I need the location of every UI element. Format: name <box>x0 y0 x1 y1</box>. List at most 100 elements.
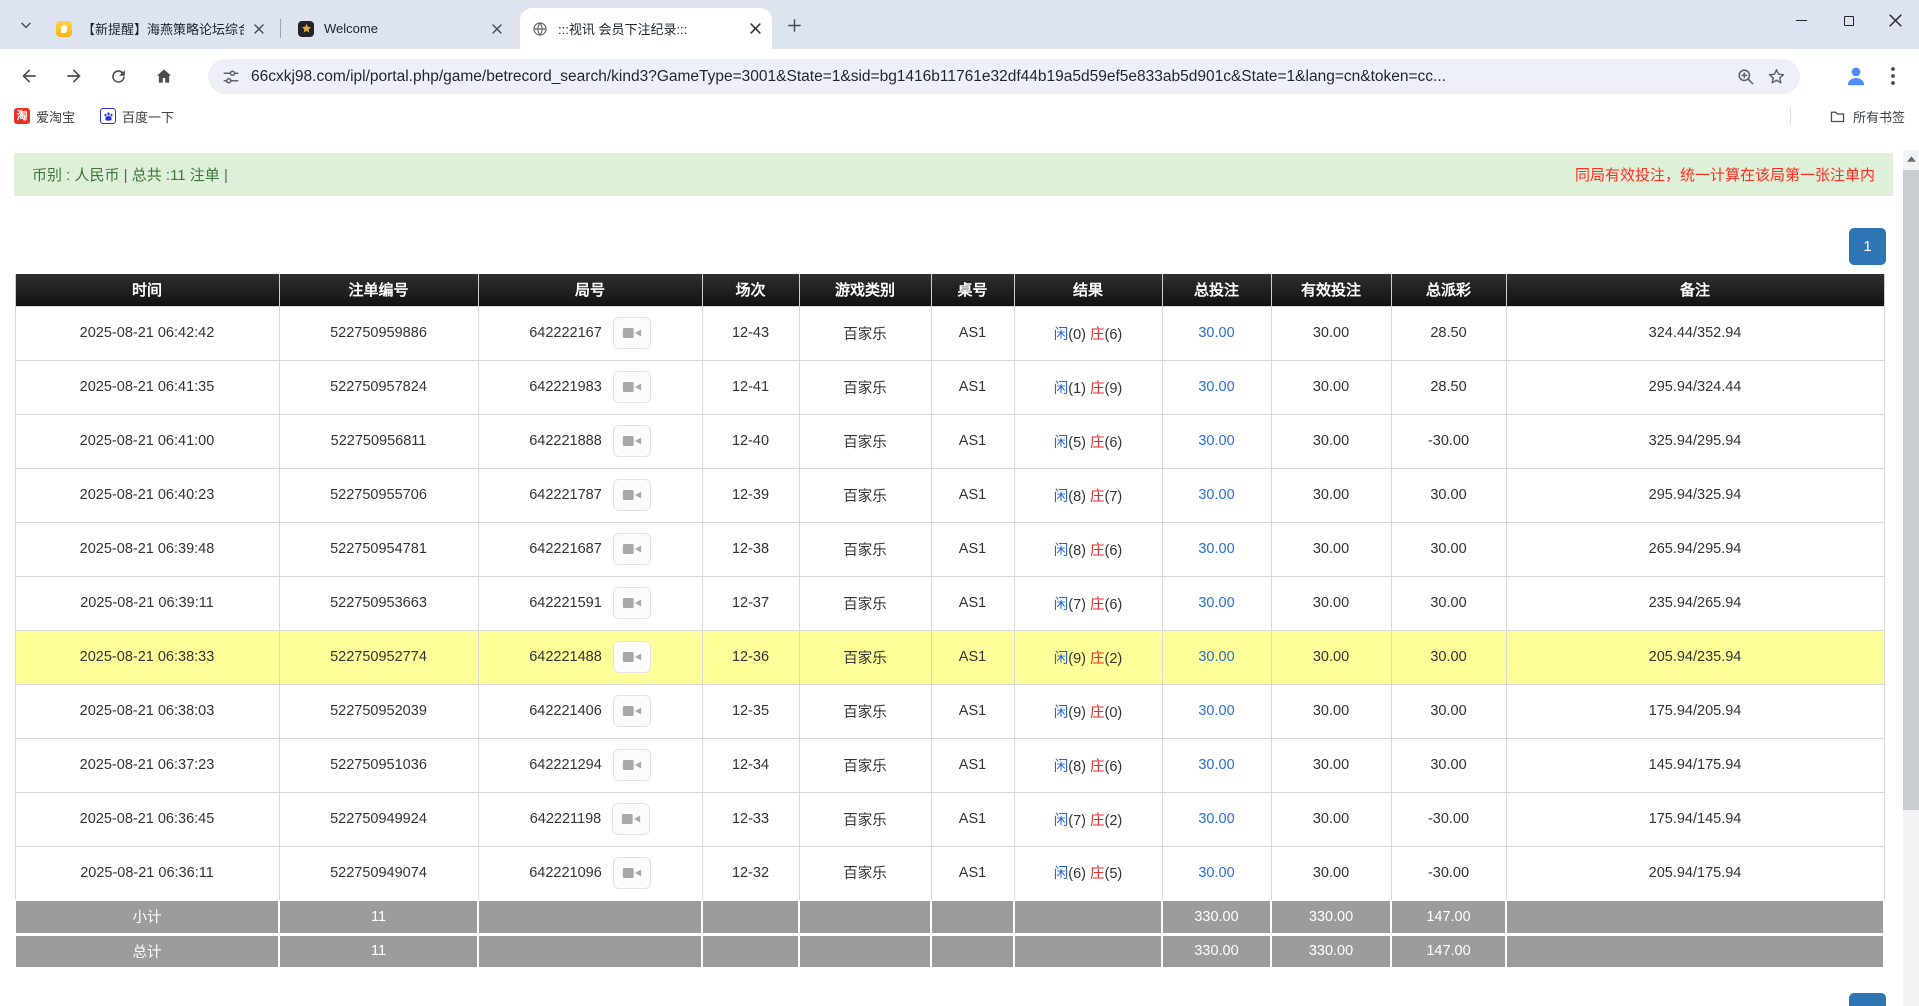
cell-game-type: 百家乐 <box>799 522 931 576</box>
cell-time: 2025-08-21 06:36:45 <box>15 792 279 846</box>
scrollbar-thumb[interactable] <box>1903 170 1919 810</box>
pagination-page-1-bottom[interactable]: 1 <box>1849 993 1886 1006</box>
close-icon <box>1889 14 1902 27</box>
player-points: (6) <box>1068 866 1086 882</box>
bookmark-baidu[interactable]: 百度一下 <box>100 105 174 127</box>
minimize-button[interactable] <box>1778 0 1825 41</box>
tab-welcome[interactable]: Welcome <box>286 8 514 49</box>
tab-strip: 【新提醒】海燕策略论坛综合交 Welcome :::视讯 会员下注纪录::: <box>0 0 1919 49</box>
bookmark-star-icon[interactable] <box>1767 67 1786 86</box>
site-settings-icon[interactable] <box>222 68 240 86</box>
header-remark: 备注 <box>1506 274 1884 306</box>
video-replay-button[interactable] <box>613 641 651 673</box>
video-replay-button[interactable] <box>613 317 651 349</box>
home-button[interactable] <box>149 61 179 91</box>
all-bookmarks-button[interactable]: 所有书签 <box>1829 105 1905 127</box>
banker-points: (2) <box>1105 651 1123 667</box>
cell-game-type: 百家乐 <box>799 846 931 900</box>
banker-label: 庄 <box>1090 705 1105 721</box>
banker-points: (9) <box>1105 381 1123 397</box>
summary-payout: 147.00 <box>1391 934 1506 968</box>
player-label: 闲 <box>1054 597 1069 613</box>
cell-remark: 265.94/295.94 <box>1506 522 1884 576</box>
video-replay-button[interactable] <box>613 857 651 889</box>
tab-search-button[interactable] <box>12 11 40 39</box>
total-bet-link[interactable]: 30.00 <box>1198 379 1234 395</box>
player-label: 闲 <box>1054 327 1069 343</box>
video-replay-button[interactable] <box>613 479 651 511</box>
tab-close-icon[interactable] <box>488 20 506 38</box>
cell-remark: 295.94/324.44 <box>1506 360 1884 414</box>
banker-points: (7) <box>1105 489 1123 505</box>
maximize-button[interactable] <box>1825 0 1872 41</box>
pagination-page-1-top[interactable]: 1 <box>1849 228 1886 265</box>
cell-table-no: AS1 <box>931 306 1014 360</box>
video-replay-button[interactable] <box>613 371 651 403</box>
cell-result: 闲(8) 庄(6) <box>1014 522 1162 576</box>
video-replay-button[interactable] <box>613 533 651 565</box>
summary-row: 小计 11 330.00 330.00 147.00 <box>15 900 1884 934</box>
cell-round: 642221983 <box>478 360 702 414</box>
cell-table-no: AS1 <box>931 576 1014 630</box>
total-bet-link[interactable]: 30.00 <box>1198 703 1234 719</box>
banker-points: (6) <box>1105 327 1123 343</box>
banker-points: (6) <box>1105 759 1123 775</box>
close-button[interactable] <box>1872 0 1919 41</box>
tab-forum[interactable]: 【新提醒】海燕策略论坛综合交 <box>44 8 276 49</box>
total-bet-link[interactable]: 30.00 <box>1198 487 1234 503</box>
cell-round: 642221096 <box>478 846 702 900</box>
refresh-button[interactable] <box>103 61 133 91</box>
video-replay-button[interactable] <box>613 425 651 457</box>
banker-label: 庄 <box>1090 759 1105 775</box>
cell-bet-id: 522750951036 <box>279 738 478 792</box>
cell-game-type: 百家乐 <box>799 468 931 522</box>
currency-summary-text: 币别 : 人民币 | 总共 :11 注单 | <box>32 164 228 185</box>
home-icon <box>154 66 174 86</box>
total-bet-link[interactable]: 30.00 <box>1198 541 1234 557</box>
video-replay-button[interactable] <box>613 587 651 619</box>
bookmark-taobao[interactable]: 淘 爱淘宝 <box>14 105 75 127</box>
total-bet-link[interactable]: 30.00 <box>1198 649 1234 665</box>
round-number: 642221787 <box>529 487 602 503</box>
forum-favicon <box>56 21 72 37</box>
url-text[interactable]: 66cxkj98.com/ipl/portal.php/game/betreco… <box>251 68 1724 86</box>
tab-close-icon[interactable] <box>250 20 268 38</box>
total-bet-link[interactable]: 30.00 <box>1198 865 1234 881</box>
total-bet-link[interactable]: 30.00 <box>1198 811 1234 827</box>
banker-label: 庄 <box>1090 651 1105 667</box>
round-number: 642221294 <box>529 757 602 773</box>
scroll-up-arrow[interactable] <box>1903 150 1919 167</box>
video-replay-button[interactable] <box>613 695 651 727</box>
profile-avatar[interactable] <box>1841 61 1871 91</box>
total-bet-link[interactable]: 30.00 <box>1198 433 1234 449</box>
table-header: 时间 注单编号 局号 场次 游戏类别 桌号 结果 总投注 有效投注 总派彩 备注 <box>15 274 1884 306</box>
baidu-paw-icon <box>100 108 116 124</box>
table-row: 2025-08-21 06:40:23 522750955706 6422217… <box>15 468 1884 522</box>
folder-icon <box>1829 108 1846 125</box>
total-bet-link[interactable]: 30.00 <box>1198 757 1234 773</box>
video-replay-button[interactable] <box>613 749 651 781</box>
cell-game-type: 百家乐 <box>799 630 931 684</box>
kebab-menu-icon <box>1891 67 1895 85</box>
tab-bet-records-active[interactable]: :::视讯 会员下注纪录::: <box>520 8 772 49</box>
video-replay-button[interactable] <box>612 803 650 835</box>
player-points: (9) <box>1068 651 1086 667</box>
total-bet-link[interactable]: 30.00 <box>1198 325 1234 341</box>
cell-payout: 30.00 <box>1391 468 1506 522</box>
address-bar[interactable]: 66cxkj98.com/ipl/portal.php/game/betreco… <box>208 59 1800 94</box>
cell-bet-id: 522750952039 <box>279 684 478 738</box>
cell-payout: 30.00 <box>1391 522 1506 576</box>
total-bet-link[interactable]: 30.00 <box>1198 595 1234 611</box>
new-tab-button[interactable] <box>782 13 806 37</box>
forward-button[interactable] <box>59 61 89 91</box>
cell-bet-id: 522750955706 <box>279 468 478 522</box>
cell-result: 闲(0) 庄(6) <box>1014 306 1162 360</box>
back-button[interactable] <box>14 61 44 91</box>
player-points: (8) <box>1068 489 1086 505</box>
zoom-icon[interactable] <box>1736 67 1755 86</box>
vertical-scrollbar[interactable] <box>1903 150 1919 1006</box>
tab-close-icon[interactable] <box>746 20 764 38</box>
cell-total-bet: 30.00 <box>1162 414 1271 468</box>
cell-result: 闲(8) 庄(6) <box>1014 738 1162 792</box>
browser-menu-button[interactable] <box>1879 62 1907 90</box>
